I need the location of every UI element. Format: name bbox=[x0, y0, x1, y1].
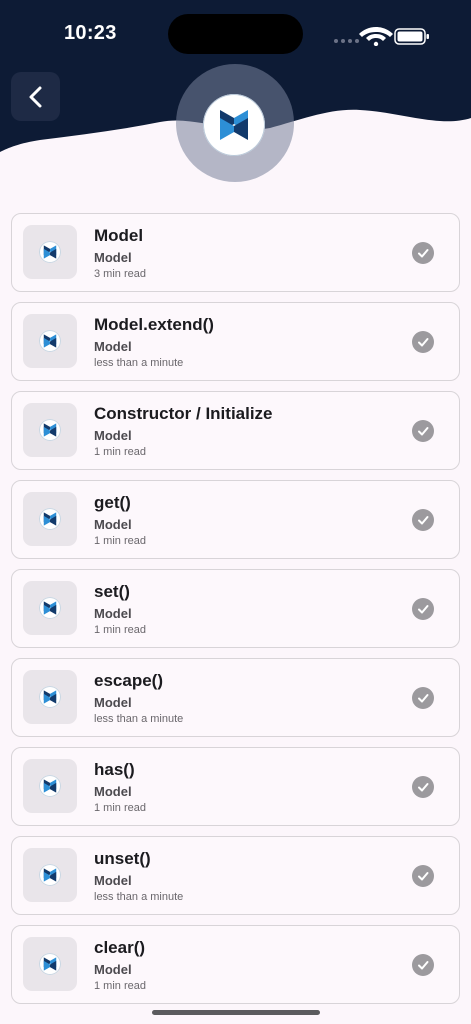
lesson-read-time: 1 min read bbox=[94, 802, 146, 814]
lesson-card[interactable]: set() Model 1 min read bbox=[11, 569, 460, 648]
lesson-category: Model bbox=[94, 339, 132, 354]
lesson-read-time: 1 min read bbox=[94, 624, 146, 636]
lesson-title: Constructor / Initialize bbox=[94, 404, 273, 423]
check-icon bbox=[418, 338, 429, 347]
battery-icon bbox=[394, 28, 429, 45]
dynamic-island bbox=[168, 14, 303, 54]
completed-check-icon bbox=[412, 687, 434, 709]
check-icon bbox=[418, 427, 429, 436]
lesson-thumbnail bbox=[23, 492, 77, 546]
lesson-read-time: less than a minute bbox=[94, 891, 184, 903]
status-icons bbox=[334, 27, 429, 46]
lesson-category: Model bbox=[94, 428, 132, 443]
lesson-thumbnail bbox=[23, 759, 77, 813]
wifi-icon bbox=[359, 27, 393, 46]
backbone-logo-icon bbox=[43, 512, 57, 526]
lesson-title: get() bbox=[94, 493, 131, 512]
lesson-card[interactable]: Model.extend() Model less than a minute bbox=[11, 302, 460, 381]
backbone-logo-icon bbox=[43, 334, 57, 348]
backbone-logo-icon bbox=[43, 868, 57, 882]
back-button[interactable] bbox=[11, 72, 60, 121]
completed-check-icon bbox=[412, 509, 434, 531]
lesson-title: unset() bbox=[94, 849, 151, 868]
lesson-title: clear() bbox=[94, 938, 146, 957]
check-icon bbox=[418, 961, 429, 970]
completed-check-icon bbox=[412, 598, 434, 620]
backbone-logo-icon bbox=[220, 110, 248, 140]
lesson-read-time: 1 min read bbox=[94, 446, 146, 458]
lesson-thumbnail bbox=[23, 581, 77, 635]
thumbnail-logo bbox=[39, 775, 61, 797]
check-icon bbox=[418, 249, 429, 258]
lesson-category: Model bbox=[94, 695, 132, 710]
completed-check-icon bbox=[412, 865, 434, 887]
lesson-list: Model Model 3 min read Model.extend() Model l… bbox=[11, 213, 460, 1014]
lesson-read-time: 1 min read bbox=[94, 535, 146, 547]
lesson-read-time: less than a minute bbox=[94, 713, 184, 725]
lesson-card[interactable]: clear() Model 1 min read bbox=[11, 925, 460, 1004]
lesson-category: Model bbox=[94, 606, 132, 621]
backbone-logo-icon bbox=[43, 601, 57, 615]
thumbnail-logo bbox=[39, 597, 61, 619]
check-icon bbox=[418, 872, 429, 881]
lesson-title: Model bbox=[94, 226, 144, 245]
lesson-read-time: 3 min read bbox=[94, 268, 146, 280]
lesson-title: escape() bbox=[94, 671, 163, 690]
lesson-category: Model bbox=[94, 962, 132, 977]
logo-badge bbox=[203, 94, 265, 156]
completed-check-icon bbox=[412, 420, 434, 442]
lesson-thumbnail bbox=[23, 937, 77, 991]
lesson-category: Model bbox=[94, 517, 132, 532]
thumbnail-logo bbox=[39, 508, 61, 530]
completed-check-icon bbox=[412, 776, 434, 798]
check-icon bbox=[418, 516, 429, 525]
completed-check-icon bbox=[412, 331, 434, 353]
check-icon bbox=[418, 605, 429, 614]
lesson-thumbnail bbox=[23, 403, 77, 457]
lesson-category: Model bbox=[94, 250, 132, 265]
lesson-category: Model bbox=[94, 873, 132, 888]
chevron-left-icon bbox=[29, 86, 41, 107]
lesson-card[interactable]: unset() Model less than a minute bbox=[11, 836, 460, 915]
check-icon bbox=[418, 694, 429, 703]
backbone-logo-icon bbox=[43, 690, 57, 704]
lesson-title: Model.extend() bbox=[94, 315, 214, 334]
status-time: 10:23 bbox=[64, 22, 117, 44]
thumbnail-logo bbox=[39, 686, 61, 708]
completed-check-icon bbox=[412, 242, 434, 264]
lesson-card[interactable]: has() Model 1 min read bbox=[11, 747, 460, 826]
lesson-read-time: 1 min read bbox=[94, 980, 146, 992]
lesson-title: set() bbox=[94, 582, 130, 601]
backbone-logo-icon bbox=[43, 423, 57, 437]
thumbnail-logo bbox=[39, 864, 61, 886]
lesson-thumbnail bbox=[23, 670, 77, 724]
lesson-card[interactable]: escape() Model less than a minute bbox=[11, 658, 460, 737]
lesson-card[interactable]: get() Model 1 min read bbox=[11, 480, 460, 559]
home-indicator bbox=[152, 1010, 320, 1015]
header: 10:23 bbox=[0, 0, 471, 190]
completed-check-icon bbox=[412, 954, 434, 976]
lesson-read-time: less than a minute bbox=[94, 357, 184, 369]
check-icon bbox=[418, 783, 429, 792]
thumbnail-logo bbox=[39, 953, 61, 975]
backbone-logo-icon bbox=[43, 779, 57, 793]
lesson-category: Model bbox=[94, 784, 132, 799]
lesson-thumbnail bbox=[23, 848, 77, 902]
lesson-thumbnail bbox=[23, 225, 77, 279]
lesson-card[interactable]: Constructor / Initialize Model 1 min read bbox=[11, 391, 460, 470]
lesson-title: has() bbox=[94, 760, 135, 779]
thumbnail-logo bbox=[39, 241, 61, 263]
backbone-logo-icon bbox=[43, 957, 57, 971]
backbone-logo-icon bbox=[43, 245, 57, 259]
signal-icon bbox=[334, 39, 359, 43]
lesson-thumbnail bbox=[23, 314, 77, 368]
thumbnail-logo bbox=[39, 419, 61, 441]
lesson-card[interactable]: Model Model 3 min read bbox=[11, 213, 460, 292]
thumbnail-logo bbox=[39, 330, 61, 352]
